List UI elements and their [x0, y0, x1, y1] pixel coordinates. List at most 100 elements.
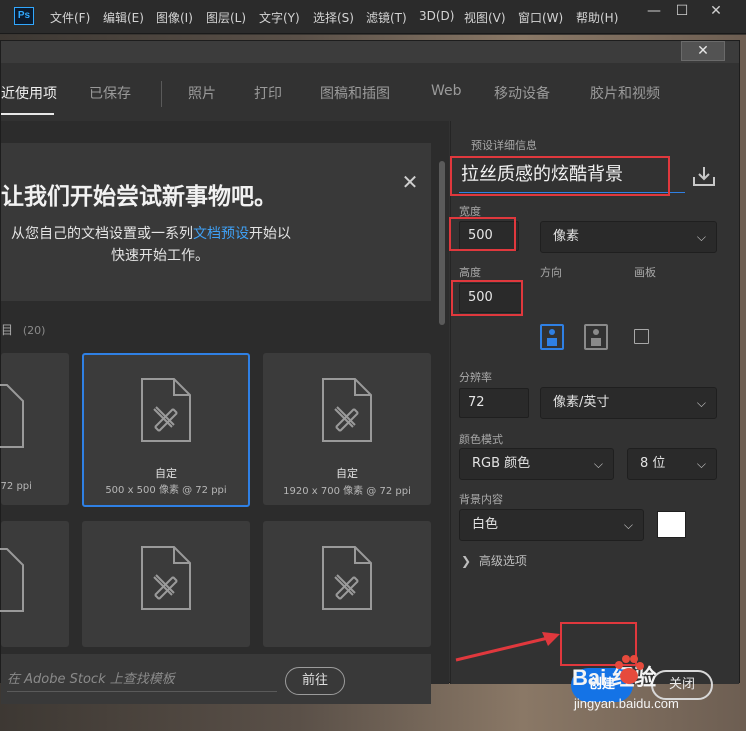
menu-edit[interactable]: 编辑(E)	[103, 9, 144, 26]
bit-depth-select[interactable]: 8 位 ⌵	[627, 448, 717, 480]
active-tab-indicator	[1, 113, 54, 115]
tab-divider	[161, 81, 162, 107]
banner-title: 让我们开始尝试新事物吧。	[1, 184, 277, 210]
banner-text-part2: 开始以	[249, 226, 291, 242]
tab-saved[interactable]: 已保存	[89, 83, 131, 103]
watermark-url: jingyan.baidu.com	[574, 696, 679, 711]
menu-bar: Ps 文件(F) 编辑(E) 图像(I) 图层(L) 文字(Y) 选择(S) 滤…	[0, 0, 746, 34]
menu-window[interactable]: 窗口(W)	[518, 9, 563, 26]
preset-card[interactable]: e @ 72 ppi	[0, 353, 69, 505]
color-mode-value: RGB 颜色	[472, 456, 531, 471]
chevron-right-icon: ❯	[461, 554, 472, 568]
tab-photo[interactable]: 照片	[188, 83, 216, 103]
resolution-unit-value: 像素/英寸	[553, 395, 610, 410]
tab-art-illustration[interactable]: 图稿和插图	[320, 83, 390, 103]
width-unit-value: 像素	[553, 229, 580, 244]
portrait-orientation-icon[interactable]	[540, 324, 564, 350]
chevron-down-icon: ⌵	[696, 230, 706, 244]
background-contents-value: 白色	[472, 517, 499, 532]
document-presets-link[interactable]: 文档预设	[193, 226, 249, 242]
preset-card[interactable]	[0, 521, 69, 647]
chevron-down-icon: ⌵	[696, 457, 706, 471]
document-icon	[141, 378, 191, 442]
preset-card[interactable]	[263, 521, 431, 647]
banner-description: 从您自己的文档设置或一系列文档预设开始以 快速开始工作。	[11, 223, 291, 267]
color-mode-select[interactable]: RGB 颜色 ⌵	[459, 448, 614, 480]
maximize-button[interactable]: ☐	[666, 0, 698, 24]
preset-details-label: 预设详细信息	[471, 139, 537, 152]
tab-film-video[interactable]: 胶片和视频	[590, 83, 660, 103]
document-icon	[0, 548, 24, 612]
preset-card[interactable]: 自定 1920 x 700 像素 @ 72 ppi	[263, 353, 431, 505]
menu-filter[interactable]: 滤镜(T)	[366, 9, 407, 26]
banner-close-icon[interactable]: ✕	[399, 171, 421, 193]
landscape-orientation-icon[interactable]	[584, 324, 608, 350]
preset-card-size: e @ 72 ppi	[0, 481, 32, 492]
preset-card-size: 500 x 500 像素 @ 72 ppi	[105, 485, 227, 496]
tab-mobile[interactable]: 移动设备	[494, 83, 550, 103]
photoshop-logo: Ps	[14, 7, 34, 25]
background-contents-label: 背景内容	[459, 493, 503, 506]
chevron-down-icon: ⌵	[696, 396, 706, 410]
chevron-down-icon: ⌵	[623, 518, 633, 532]
annotation-arrow	[455, 632, 560, 662]
stock-search-input[interactable]: 在 Adobe Stock 上查找模板	[7, 668, 277, 692]
preset-details-panel: 预设详细信息 拉丝质感的炫酷背景 宽度 500 像素 ⌵ 高度 500 方向 画…	[450, 121, 739, 702]
banner-text-part1: 从您自己的文档设置或一系列	[11, 226, 193, 242]
document-icon	[0, 384, 24, 448]
preset-card-size: 1920 x 700 像素 @ 72 ppi	[283, 486, 411, 497]
menu-3d[interactable]: 3D(D)	[419, 9, 454, 23]
dialog-titlebar: ✕	[1, 41, 739, 63]
resolution-unit-select[interactable]: 像素/英寸 ⌵	[540, 387, 717, 419]
tab-print[interactable]: 打印	[254, 83, 282, 103]
preset-card-name: 自定	[155, 467, 177, 480]
stock-search-bar: 在 Adobe Stock 上查找模板 前往	[1, 654, 431, 704]
width-unit-select[interactable]: 像素 ⌵	[540, 221, 717, 253]
menu-file[interactable]: 文件(F)	[50, 9, 90, 26]
menu-layer[interactable]: 图层(L)	[206, 9, 246, 26]
welcome-banner: 让我们开始尝试新事物吧。 从您自己的文档设置或一系列文档预设开始以 快速开始工作…	[1, 143, 431, 301]
save-preset-icon[interactable]	[692, 165, 716, 187]
menu-view[interactable]: 视图(V)	[464, 9, 506, 26]
annotation-width-box	[449, 217, 516, 251]
advanced-options-toggle[interactable]: ❯ 高级选项	[461, 552, 527, 569]
annotation-height-box	[451, 280, 523, 316]
menu-image[interactable]: 图像(I)	[156, 9, 193, 26]
menu-help[interactable]: 帮助(H)	[576, 9, 618, 26]
annotation-name-box	[450, 156, 670, 196]
color-mode-label: 颜色模式	[459, 433, 503, 446]
baidu-watermark: Bai 经验 jingyan.baidu.com	[572, 655, 742, 720]
recent-presets-area: 让我们开始尝试新事物吧。 从您自己的文档设置或一系列文档预设开始以 快速开始工作…	[0, 121, 449, 704]
preset-tabs: 近使用项 已保存 照片 打印 图稿和插图 Web 移动设备 胶片和视频	[1, 63, 739, 125]
tab-recent[interactable]: 近使用项	[1, 83, 57, 103]
recent-count: (20)	[22, 324, 46, 337]
document-icon	[141, 546, 191, 610]
new-document-dialog: ✕ 近使用项 已保存 照片 打印 图稿和插图 Web 移动设备 胶片和视频 让我…	[0, 40, 740, 704]
preset-card[interactable]	[82, 521, 250, 647]
recent-label-text: 目	[1, 323, 14, 337]
background-contents-select[interactable]: 白色 ⌵	[459, 509, 644, 541]
chevron-down-icon: ⌵	[593, 457, 603, 471]
preset-card-selected[interactable]: 自定 500 x 500 像素 @ 72 ppi	[82, 353, 250, 507]
bit-depth-value: 8 位	[640, 456, 666, 471]
dialog-close-button[interactable]: ✕	[681, 41, 725, 61]
artboard-checkbox[interactable]	[634, 329, 649, 344]
resolution-label: 分辨率	[459, 371, 492, 384]
orientation-label: 方向	[540, 266, 562, 279]
presets-scrollbar[interactable]	[439, 161, 445, 325]
resolution-input[interactable]: 72	[459, 388, 529, 418]
artboard-label: 画板	[634, 266, 656, 279]
preset-card-name: 自定	[336, 467, 358, 480]
paw-icon	[615, 655, 644, 684]
app-close-button[interactable]: ✕	[700, 0, 732, 24]
background-color-swatch[interactable]	[657, 511, 686, 538]
menu-type[interactable]: 文字(Y)	[259, 9, 300, 26]
go-button[interactable]: 前往	[285, 667, 345, 695]
document-icon	[322, 378, 372, 442]
menu-select[interactable]: 选择(S)	[313, 9, 354, 26]
height-label: 高度	[459, 266, 481, 279]
tab-web[interactable]: Web	[431, 83, 462, 99]
banner-text-line2: 快速开始工作。	[111, 248, 209, 264]
advanced-options-label: 高级选项	[478, 554, 527, 568]
document-icon	[322, 546, 372, 610]
